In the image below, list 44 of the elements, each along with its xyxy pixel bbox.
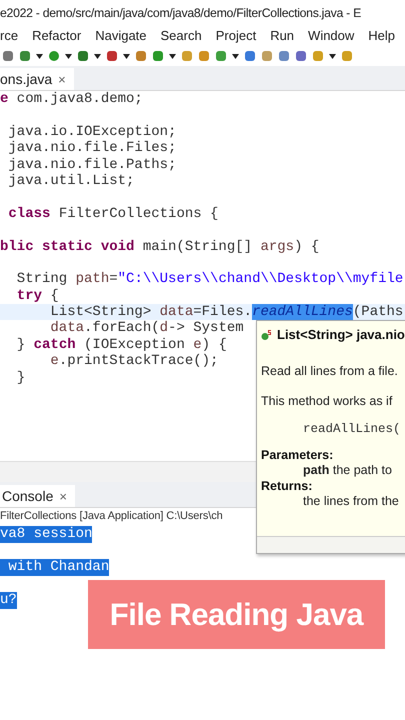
code-line: e.printStackTrace(); bbox=[49, 353, 218, 370]
close-icon[interactable]: × bbox=[59, 488, 67, 504]
summary-text: Read all lines from a file. bbox=[260, 364, 399, 378]
code-line: } catch (IOException e) { bbox=[16, 336, 227, 354]
code-line: try { bbox=[16, 288, 59, 304]
menu-item[interactable]: Refactor bbox=[32, 28, 82, 42]
caret-icon[interactable] bbox=[65, 54, 72, 58]
console-tab[interactable]: Console × bbox=[0, 485, 75, 507]
detail-text: This method works as if bbox=[260, 394, 394, 408]
returns-label: Returns: bbox=[260, 479, 314, 493]
caret-icon[interactable] bbox=[36, 54, 43, 58]
window-title: e2022 - demo/src/main/java/com/java8/demo/FilterCollections.java - E bbox=[0, 5, 362, 22]
caret-icon[interactable] bbox=[169, 54, 176, 58]
code-line: java.nio.file.Paths; bbox=[7, 156, 176, 173]
close-icon[interactable]: × bbox=[58, 72, 66, 86]
code-line: } bbox=[16, 370, 26, 386]
caret-icon[interactable] bbox=[94, 54, 101, 58]
caret-icon[interactable] bbox=[329, 54, 336, 58]
method-icon bbox=[261, 328, 272, 340]
menu-item[interactable]: Navigate bbox=[95, 28, 147, 42]
code-line: java.io.IOException; bbox=[7, 124, 176, 140]
code-line: String path="C:\\Users\\chand\\Desktop\\myfile bbox=[16, 271, 404, 288]
console-info: FilterCollections [Java Application] C:\Users\ch bbox=[0, 509, 223, 524]
code-line: java.nio.file.Files; bbox=[7, 140, 176, 157]
code-line: blic static void main(String[] args) { bbox=[0, 238, 320, 255]
code-line: e com.java8.demo; bbox=[0, 91, 143, 108]
banner-text: File Reading Java bbox=[88, 580, 385, 649]
caret-icon[interactable] bbox=[232, 54, 239, 58]
menu-item[interactable]: Project bbox=[216, 28, 256, 42]
method-signature: List<String> java.nio bbox=[277, 327, 405, 342]
menu-item[interactable]: rce bbox=[0, 28, 18, 42]
menu-item[interactable]: Help bbox=[368, 28, 396, 42]
menu-item[interactable]: Search bbox=[160, 28, 202, 42]
caret-icon[interactable] bbox=[123, 54, 130, 58]
returns-text: the lines from the bbox=[302, 494, 400, 508]
menu-item[interactable]: Run bbox=[270, 28, 294, 42]
parameters-label: Parameters: bbox=[260, 448, 334, 462]
code-line: class FilterCollections { bbox=[7, 206, 218, 222]
code-line: java.util.List; bbox=[7, 172, 134, 190]
menu-item[interactable]: Window bbox=[308, 28, 354, 42]
editor-tab[interactable]: ons.java × bbox=[0, 68, 74, 90]
code-snippet: readAllLines( bbox=[302, 422, 402, 436]
code-line: data.forEach(d-> System bbox=[49, 320, 244, 337]
parameter-text: path the path to bbox=[302, 463, 393, 477]
